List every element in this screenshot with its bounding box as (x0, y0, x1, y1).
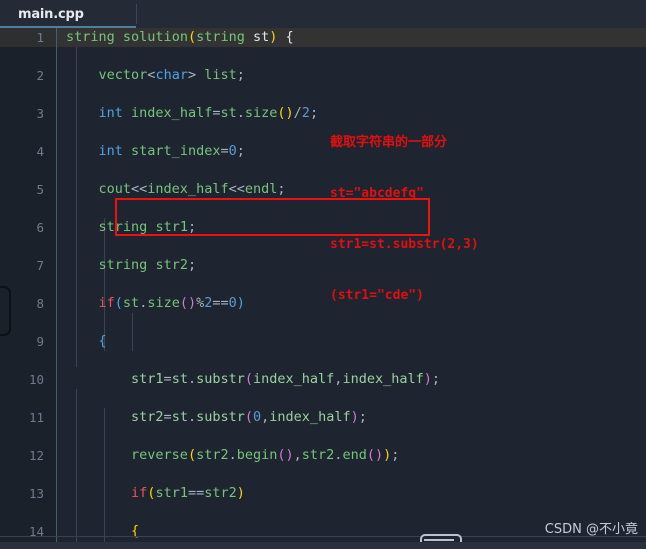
editor-area[interactable]: 1 string solution(string st) { 2 vector<… (0, 28, 646, 542)
line-content: string str2; (98, 257, 197, 273)
code-line[interactable]: 9 { (0, 332, 646, 351)
line-content: { (131, 523, 140, 539)
code-line[interactable]: 3 int index_half=st.size()/2; (0, 104, 646, 123)
annotation-title: 截取字符串的一部分 (330, 135, 448, 150)
line-number: 5 (36, 182, 44, 197)
code-line[interactable]: 2 vector<char> list; (0, 66, 646, 85)
code-line[interactable]: 10 str1=st.substr(index_half,index_half)… (0, 370, 646, 389)
tab-main-cpp[interactable]: main.cpp (0, 0, 136, 28)
line-content: str2=st.substr(0,index_half); (131, 409, 367, 425)
line-content: str1=st.substr(index_half,index_half); (131, 371, 440, 387)
code-editor-window: main.cpp 1 string solution(string st) { … (0, 0, 646, 549)
edge-marker[interactable] (0, 286, 11, 336)
line-content: { (98, 333, 107, 349)
annotation-line-4: (str1="cde") (330, 288, 424, 303)
code-line[interactable]: 5 cout<<index_half<<endl; (0, 180, 646, 199)
line-number: 14 (28, 524, 44, 539)
line-content: reverse(str2.begin(),str2.end()); (131, 447, 400, 463)
tab-divider (136, 4, 137, 24)
line-number: 3 (36, 106, 44, 121)
code-line[interactable]: 1 string solution(string st) { (0, 28, 646, 47)
line-content: int start_index=0; (98, 143, 245, 159)
line-content: string solution(string st) { (66, 29, 294, 45)
annotation-line-2: st="abcdefg" (330, 186, 424, 201)
tab-bar: main.cpp (0, 0, 646, 28)
line-number: 7 (36, 258, 44, 273)
code-line[interactable]: 4 int start_index=0; (0, 142, 646, 161)
tab-label: main.cpp (18, 6, 84, 22)
code-line[interactable]: 11 str2=st.substr(0,index_half); (0, 408, 646, 427)
line-content: int index_half=st.size()/2; (98, 105, 319, 121)
annotation-line-3: str1=st.substr(2,3) (330, 237, 479, 252)
code-line[interactable]: 7 string str2; (0, 256, 646, 275)
annotation-note: 截取字符串的一部分 st="abcdefg" str1=st.substr(2,… (330, 100, 479, 338)
line-number: 12 (28, 448, 44, 463)
watermark: CSDN @不小竟 (544, 522, 638, 537)
line-content: cout<<index_half<<endl; (98, 181, 286, 197)
line-content: if(str1==str2) (131, 485, 245, 501)
line-number: 1 (36, 30, 44, 45)
line-number: 11 (28, 410, 44, 425)
line-number: 6 (36, 220, 44, 235)
code-line[interactable]: 12 reverse(str2.begin(),str2.end()); (0, 446, 646, 465)
code-line[interactable]: 8 if(st.size()%2==0) (0, 294, 646, 313)
line-number: 2 (36, 68, 44, 83)
line-content: string str1; (98, 219, 197, 235)
code-lines: 1 string solution(string st) { 2 vector<… (0, 28, 646, 541)
status-bar (0, 542, 646, 549)
line-number: 13 (28, 486, 44, 501)
code-line[interactable]: 6 string str1; (0, 218, 646, 237)
line-number: 4 (36, 144, 44, 159)
code-line[interactable]: 13 if(str1==str2) (0, 484, 646, 503)
line-content: vector<char> list; (98, 67, 245, 83)
line-content: if(st.size()%2==0) (98, 295, 245, 311)
line-number: 10 (28, 372, 44, 387)
